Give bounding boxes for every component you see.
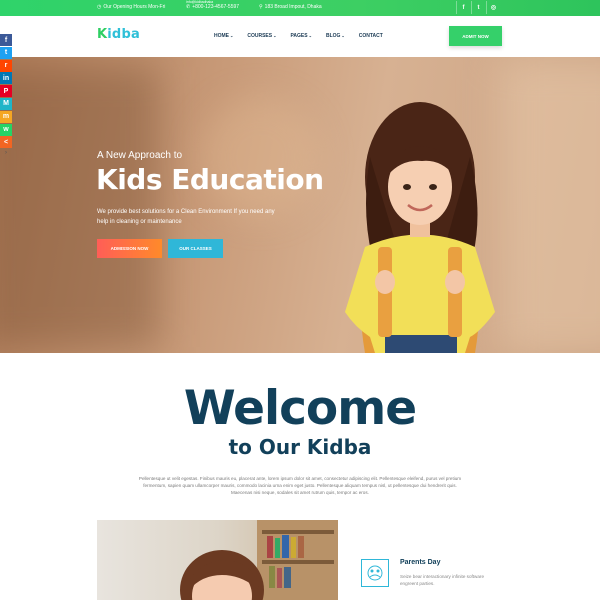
- top-bar: info@kidbadhaka ◷ Our Opening Hours Mon-…: [0, 0, 600, 16]
- chevron-down-icon: ⌄: [273, 33, 277, 38]
- welcome-subheading: to Our Kidba: [228, 435, 372, 459]
- hero-description: We provide best solutions for a Clean En…: [97, 209, 275, 225]
- twitter-icon[interactable]: t: [471, 1, 485, 14]
- address: ⚲ 183 Broad Impout, Dhaka: [259, 4, 322, 10]
- hero-subtitle: A New Approach to: [97, 150, 183, 161]
- social-share-sidebar: f t r in P M m w < ›: [0, 34, 12, 157]
- girl-with-backpack-image: [345, 102, 495, 353]
- opening-hours: ◷ Our Opening Hours Mon-Fri: [97, 4, 165, 10]
- nav-pages[interactable]: PAGES⌄: [290, 33, 312, 39]
- nav-home[interactable]: HOME⌄: [214, 33, 233, 39]
- classroom-photo: [97, 520, 338, 600]
- linkedin-share-icon[interactable]: in: [0, 72, 12, 85]
- mix-share-icon[interactable]: m: [0, 110, 12, 123]
- address-text: 183 Broad Impout, Dhaka: [264, 4, 322, 10]
- chevron-down-icon: ⌄: [308, 33, 312, 38]
- location-pin-icon: ⚲: [259, 4, 263, 10]
- site-logo[interactable]: Kidba: [97, 27, 140, 42]
- background-blur: [200, 97, 320, 217]
- family-icon: [367, 565, 383, 581]
- collapse-arrow-icon[interactable]: ›: [0, 149, 12, 157]
- facebook-share-icon[interactable]: f: [0, 34, 12, 46]
- parents-day-icon: [361, 559, 389, 587]
- nav-courses[interactable]: COURSES⌄: [247, 33, 276, 39]
- more-share-icon[interactable]: <: [0, 136, 12, 149]
- hero-title: Kids Education: [96, 163, 324, 196]
- chevron-down-icon: ⌄: [230, 33, 234, 38]
- admission-now-button[interactable]: ADMISSION NOW: [97, 239, 162, 258]
- child-reading-image: [180, 520, 338, 600]
- instagram-icon[interactable]: ◎: [486, 1, 500, 14]
- whatsapp-share-icon[interactable]: w: [0, 123, 12, 136]
- nav-blog[interactable]: BLOG⌄: [326, 33, 345, 39]
- nav-contact[interactable]: CONTACT: [359, 33, 383, 39]
- pinterest-share-icon[interactable]: P: [0, 85, 12, 98]
- admit-now-button[interactable]: ADMIT NOW: [449, 26, 502, 46]
- phone-text: +800-123-4567-5597: [192, 4, 240, 10]
- twitter-share-icon[interactable]: t: [0, 46, 12, 59]
- feature-text: Seize bear interactionary infinite softw…: [400, 574, 485, 586]
- phone[interactable]: ✆ +800-123-4567-5597: [186, 4, 239, 10]
- phone-icon: ✆: [186, 4, 191, 10]
- clock-icon: ◷: [97, 4, 102, 10]
- chevron-down-icon: ⌄: [341, 33, 345, 38]
- background-blur: [500, 57, 600, 353]
- opening-hours-text: Our Opening Hours Mon-Fri: [103, 4, 166, 10]
- main-header: Kidba HOME⌄ COURSES⌄ PAGES⌄ BLOG⌄ CONTAC…: [0, 16, 600, 57]
- main-nav: HOME⌄ COURSES⌄ PAGES⌄ BLOG⌄ CONTACT: [214, 33, 397, 39]
- facebook-icon[interactable]: f: [456, 1, 470, 14]
- reddit-share-icon[interactable]: r: [0, 59, 12, 72]
- our-classes-button[interactable]: OUR CLASSES: [168, 239, 223, 258]
- mewe-share-icon[interactable]: M: [0, 97, 12, 110]
- welcome-heading: Welcome: [183, 381, 417, 436]
- hero-banner: A New Approach to Kids Education We prov…: [0, 57, 600, 353]
- feature-title: Parents Day: [400, 559, 441, 566]
- welcome-paragraph: Pellentesque ut velit egestas. Finibus m…: [138, 476, 462, 495]
